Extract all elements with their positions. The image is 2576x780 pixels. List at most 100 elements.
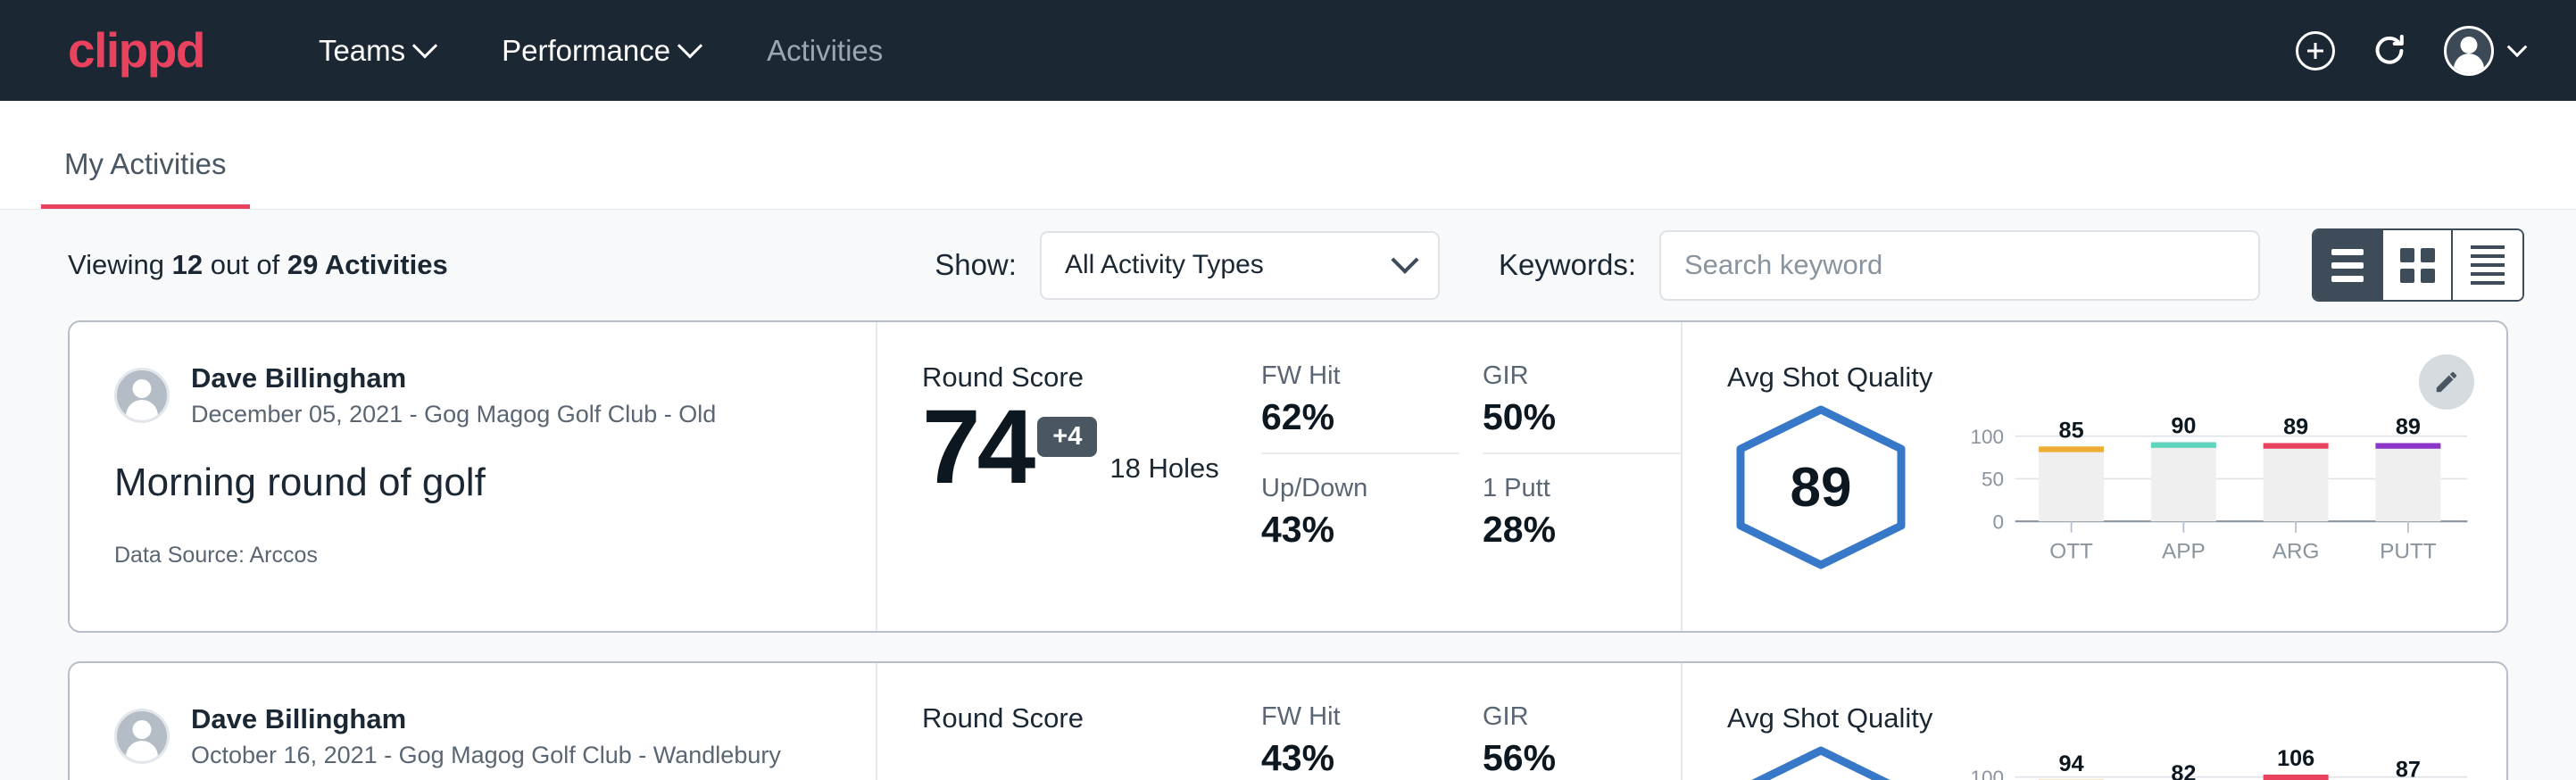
user-avatar-icon bbox=[114, 368, 170, 423]
svg-text:94: 94 bbox=[2059, 751, 2084, 776]
nav-item-activities-label: Activities bbox=[767, 34, 883, 68]
viewing-middle: out of bbox=[203, 249, 287, 280]
chevron-down-icon bbox=[2507, 37, 2528, 57]
show-label: Show: bbox=[935, 248, 1017, 282]
nav-actions bbox=[2296, 26, 2524, 76]
edit-activity-button[interactable] bbox=[2419, 354, 2474, 410]
avg-shot-quality-label: Avg Shot Quality bbox=[1727, 361, 2471, 394]
viewing-count: 12 bbox=[172, 249, 203, 280]
stat-up-down-label: Up/Down bbox=[1261, 474, 1459, 503]
refresh-icon[interactable] bbox=[2369, 30, 2410, 71]
compact-view-icon bbox=[2471, 245, 2505, 285]
stat-gir: GIR 50% bbox=[1483, 361, 1681, 454]
round-score-label: Round Score bbox=[922, 702, 1261, 734]
pencil-icon bbox=[2433, 369, 2460, 395]
activity-info-column: Dave Billingham October 16, 2021 - Gog M… bbox=[70, 663, 877, 780]
stat-1-putt-value: 28% bbox=[1483, 509, 1681, 551]
view-toggle-group bbox=[2312, 228, 2524, 302]
score-differential-badge: +4 bbox=[1037, 417, 1097, 457]
activity-card[interactable]: Dave Billingham October 16, 2021 - Gog M… bbox=[68, 661, 2508, 780]
svg-text:100: 100 bbox=[1971, 766, 2005, 780]
viewing-prefix: Viewing bbox=[68, 249, 172, 280]
tab-bar: My Activities bbox=[0, 101, 2576, 210]
svg-text:0: 0 bbox=[1993, 510, 2005, 533]
compact-view-button[interactable] bbox=[2453, 230, 2522, 300]
activity-data-source: Data Source: Arccos bbox=[114, 543, 831, 568]
keywords-label: Keywords: bbox=[1499, 248, 1636, 282]
tab-my-activities[interactable]: My Activities bbox=[41, 147, 250, 209]
chevron-down-icon bbox=[1391, 246, 1418, 274]
stat-fw-hit-label: FW Hit bbox=[1261, 702, 1459, 732]
plus-circle-icon[interactable] bbox=[2296, 31, 2335, 71]
user-name: Dave Billingham bbox=[191, 702, 781, 737]
stat-gir: GIR 56% bbox=[1483, 702, 1681, 780]
svg-text:50: 50 bbox=[1982, 468, 2004, 490]
activity-type-select[interactable]: All Activity Types bbox=[1040, 231, 1440, 300]
stat-fw-hit: FW Hit 43% bbox=[1261, 702, 1459, 780]
avg-shot-quality-column: Avg Shot Quality 05010094OTT82APP106ARG8… bbox=[1681, 663, 2506, 780]
avg-shot-quality-hexagon: 89 bbox=[1727, 402, 1915, 572]
activity-user: Dave Billingham October 16, 2021 - Gog M… bbox=[114, 702, 831, 771]
account-avatar-icon bbox=[2444, 26, 2494, 76]
viewing-total: 29 Activities bbox=[287, 249, 448, 280]
avg-shot-quality-value: 89 bbox=[1727, 402, 1915, 572]
stat-fw-hit-label: FW Hit bbox=[1261, 361, 1459, 391]
stat-fw-hit: FW Hit 62% bbox=[1261, 361, 1459, 454]
round-score-column: Round Score bbox=[877, 663, 1261, 780]
grid-view-button[interactable] bbox=[2383, 230, 2453, 300]
activity-info-column: Dave Billingham December 05, 2021 - Gog … bbox=[70, 322, 877, 631]
stat-up-down: Up/Down 43% bbox=[1261, 454, 1459, 565]
nav-item-performance-label: Performance bbox=[502, 34, 670, 68]
stat-fw-hit-value: 43% bbox=[1261, 737, 1459, 779]
activity-stats-column: FW Hit 43% GIR 56% bbox=[1261, 663, 1681, 780]
activity-user: Dave Billingham December 05, 2021 - Gog … bbox=[114, 361, 831, 430]
activity-list: Dave Billingham December 05, 2021 - Gog … bbox=[0, 320, 2576, 780]
nav-item-activities[interactable]: Activities bbox=[733, 34, 917, 68]
nav-item-performance[interactable]: Performance bbox=[468, 34, 733, 68]
stat-up-down-value: 43% bbox=[1261, 509, 1459, 551]
stat-gir-label: GIR bbox=[1483, 361, 1681, 391]
main-nav-links: Teams Performance Activities bbox=[285, 34, 917, 68]
activity-stats-column: FW Hit 62% GIR 50% Up/Down 43% 1 Putt 28… bbox=[1261, 322, 1681, 631]
avg-shot-quality-value bbox=[1727, 743, 1915, 780]
svg-text:APP: APP bbox=[2162, 539, 2206, 563]
clippd-logo[interactable]: clippd bbox=[68, 26, 204, 75]
holes-label: 18 Holes bbox=[1109, 452, 1218, 485]
activity-card[interactable]: Dave Billingham December 05, 2021 - Gog … bbox=[68, 320, 2508, 633]
activity-type-select-value: All Activity Types bbox=[1065, 250, 1264, 280]
search-input[interactable] bbox=[1659, 230, 2260, 301]
filter-controls: Show: All Activity Types Keywords: bbox=[935, 228, 2524, 302]
list-view-icon bbox=[2331, 249, 2364, 282]
svg-text:85: 85 bbox=[2059, 418, 2084, 443]
avg-shot-quality-label: Avg Shot Quality bbox=[1727, 702, 2471, 734]
svg-text:106: 106 bbox=[2277, 750, 2314, 771]
stat-fw-hit-value: 62% bbox=[1261, 396, 1459, 438]
stat-gir-label: GIR bbox=[1483, 702, 1681, 732]
svg-text:100: 100 bbox=[1971, 425, 2005, 447]
svg-text:OTT: OTT bbox=[2049, 539, 2093, 563]
chevron-down-icon bbox=[677, 33, 702, 58]
activity-meta: October 16, 2021 - Gog Magog Golf Club -… bbox=[191, 740, 781, 771]
chevron-down-icon bbox=[412, 33, 437, 58]
svg-text:89: 89 bbox=[2396, 414, 2421, 439]
stat-gir-value: 50% bbox=[1483, 396, 1681, 438]
top-navigation-bar: clippd Teams Performance Activities bbox=[0, 0, 2576, 101]
round-score-value: 74 bbox=[922, 397, 1032, 497]
grid-view-icon bbox=[2400, 248, 2435, 283]
activity-meta: December 05, 2021 - Gog Magog Golf Club … bbox=[191, 399, 716, 430]
user-name: Dave Billingham bbox=[191, 361, 716, 396]
svg-text:PUTT: PUTT bbox=[2380, 539, 2437, 563]
nav-item-teams[interactable]: Teams bbox=[285, 34, 468, 68]
viewing-count-text: Viewing 12 out of 29 Activities bbox=[68, 249, 448, 281]
stat-1-putt: 1 Putt 28% bbox=[1483, 454, 1681, 565]
filter-bar: Viewing 12 out of 29 Activities Show: Al… bbox=[0, 210, 2576, 320]
list-view-button[interactable] bbox=[2314, 230, 2383, 300]
svg-text:ARG: ARG bbox=[2273, 539, 2320, 563]
avg-shot-quality-hexagon bbox=[1727, 743, 1915, 780]
svg-text:82: 82 bbox=[2171, 761, 2196, 780]
round-score-column: Round Score 74 +4 18 Holes bbox=[877, 322, 1261, 631]
nav-item-teams-label: Teams bbox=[319, 34, 405, 68]
shot-quality-bar-chart: 05010085OTT90APP89ARG89PUTT bbox=[1956, 409, 2471, 567]
avg-shot-quality-column: Avg Shot Quality 89 05010085OTT90APP89AR… bbox=[1681, 322, 2506, 631]
account-menu[interactable] bbox=[2444, 26, 2524, 76]
